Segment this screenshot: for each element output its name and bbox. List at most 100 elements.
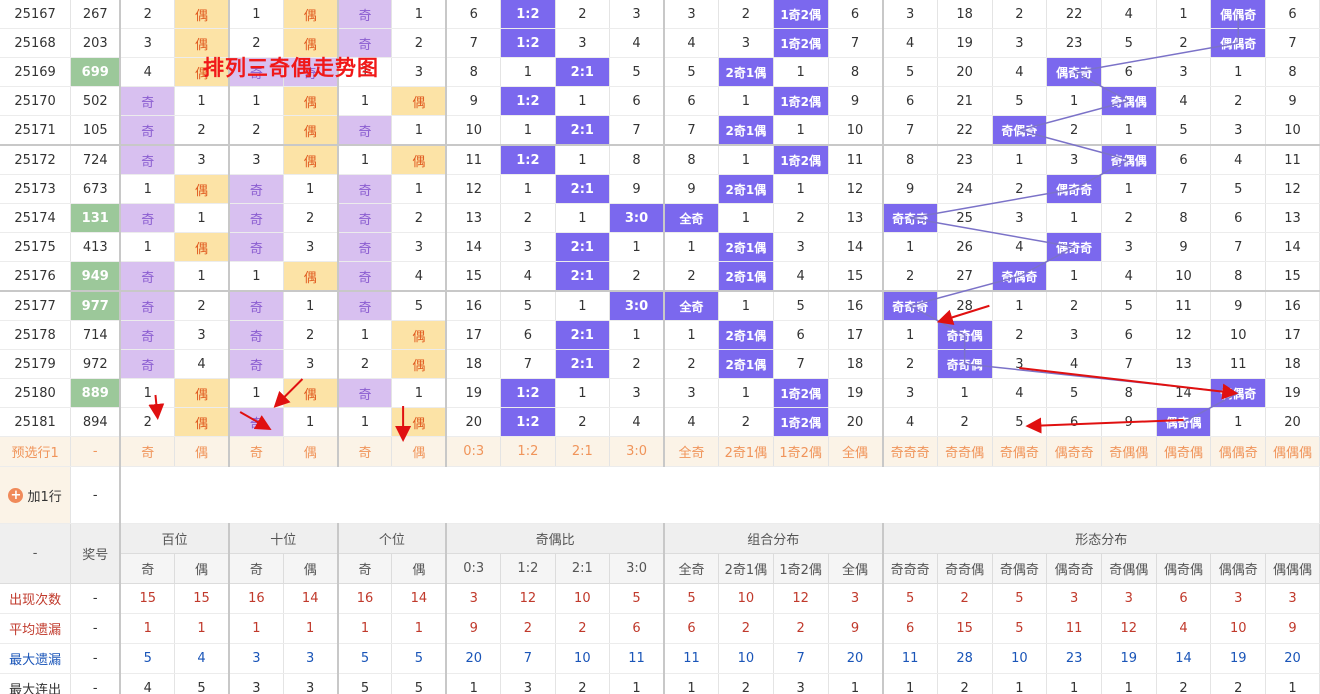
trend-cell: 3	[992, 28, 1048, 58]
preselect-option[interactable]: 奇奇偶	[937, 436, 993, 467]
trend-cell: 偶	[283, 86, 339, 116]
trend-cell: 10	[446, 115, 502, 146]
draw-number: 203	[70, 28, 122, 58]
preselect-row[interactable]: 预选行1- 奇偶奇偶奇偶 0:3 1:2 2:1 3:0 全奇 2奇1偶 1奇2偶 全偶 奇奇奇 奇奇…	[0, 436, 1320, 467]
trend-cell: 6	[1265, 0, 1320, 29]
trend-cell: 3	[992, 349, 1048, 379]
trend-cell: 2	[937, 407, 993, 437]
preselect-option[interactable]: 全奇	[664, 436, 719, 467]
trend-cell: 1	[228, 261, 284, 292]
preselect-option[interactable]: 3:0	[609, 436, 666, 467]
trend-cell: 2	[609, 261, 666, 292]
trend-cell: 2奇1偶	[718, 261, 774, 292]
trend-cell: 1	[937, 378, 993, 408]
preselect-option[interactable]: 偶奇奇	[1046, 436, 1102, 467]
trend-cell: 2	[174, 115, 230, 146]
header-sub: 奇奇奇	[882, 553, 938, 584]
stat-value: 6	[882, 613, 938, 644]
trend-cell: 1	[664, 232, 719, 262]
add-row-control[interactable]: + 加1行	[8, 486, 62, 505]
preselect-option[interactable]: 奇偶奇	[992, 436, 1048, 467]
trend-cell: 6	[1210, 203, 1267, 233]
stat-value: 3	[1046, 583, 1102, 614]
preselect-label: 预选行1	[0, 436, 72, 467]
trend-cell: 14	[1265, 232, 1320, 262]
preselect-option[interactable]: 偶奇偶	[1156, 436, 1212, 467]
issue-number: 25177	[0, 291, 72, 321]
preselect-dash: -	[70, 436, 122, 467]
trend-cell: 4	[992, 57, 1048, 87]
preselect-option[interactable]: 全偶	[828, 436, 884, 467]
trend-cell: 15	[828, 261, 884, 292]
trend-cell: 12	[828, 174, 884, 204]
table-row: 25180 889 1 偶 1 偶奇 1 19 1:2 1 3 3 1 1奇2偶 19 3 1 4 5 8 14 偶偶奇 1…	[0, 378, 1320, 408]
trend-cell: 2	[283, 203, 339, 233]
trend-cell: 8	[828, 57, 884, 87]
trend-cell: 27	[937, 261, 993, 292]
add-row-button[interactable]: + 加1行	[0, 466, 72, 524]
stat-value: 1	[391, 613, 448, 644]
trend-cell: 1	[283, 174, 339, 204]
stat-value: 19	[1210, 643, 1267, 674]
issue-number: 25169	[0, 57, 72, 87]
preselect-option[interactable]: 奇	[120, 436, 176, 467]
trend-cell: 奇	[120, 203, 176, 233]
trend-cell: 19	[1265, 378, 1320, 408]
trend-cell: 9	[609, 174, 666, 204]
trend-cell: 1	[1101, 115, 1157, 146]
stat-dash: -	[70, 673, 122, 694]
stat-value: 11	[882, 643, 938, 674]
preselect-option[interactable]: 偶偶奇	[1210, 436, 1267, 467]
stat-dash: -	[70, 643, 122, 674]
trend-cell: 1:2	[500, 407, 556, 437]
trend-cell: 2	[664, 261, 719, 292]
trend-cell: 奇	[120, 291, 176, 321]
stat-value: 10	[555, 583, 611, 614]
trend-cell: 4	[1046, 349, 1102, 379]
preselect-option[interactable]: 偶	[391, 436, 448, 467]
preselect-option[interactable]: 偶	[283, 436, 339, 467]
trend-cell: 4	[1156, 86, 1212, 116]
trend-cell: 4	[174, 349, 230, 379]
trend-cell: 偶奇奇	[1046, 174, 1102, 204]
preselect-option[interactable]: 偶偶偶	[1265, 436, 1320, 467]
preselect-option[interactable]: 奇	[228, 436, 284, 467]
trend-cell: 1	[337, 320, 393, 350]
stat-value: 11	[664, 643, 719, 674]
trend-cell: 1	[609, 320, 666, 350]
trend-cell: 1:2	[500, 86, 556, 116]
preselect-option[interactable]: 奇奇奇	[882, 436, 938, 467]
preselect-option[interactable]: 偶	[174, 436, 230, 467]
preselect-option[interactable]: 2:1	[555, 436, 611, 467]
trend-cell: 2	[555, 407, 611, 437]
preselect-option[interactable]: 奇偶偶	[1101, 436, 1157, 467]
header-sub: 0:3	[446, 553, 502, 584]
trend-cell: 22	[937, 115, 993, 146]
trend-cell: 1	[992, 291, 1048, 321]
preselect-option[interactable]: 0:3	[446, 436, 502, 467]
trend-cell: 奇	[337, 0, 393, 29]
trend-cell: 偶	[283, 261, 339, 292]
trend-cell: 20	[937, 57, 993, 87]
trend-cell: 1	[555, 378, 611, 408]
issue-number: 25170	[0, 86, 72, 116]
preselect-option[interactable]: 1奇2偶	[773, 436, 829, 467]
trend-cell: 5	[1156, 115, 1212, 146]
trend-cell: 1	[1210, 57, 1267, 87]
header-group: 个位	[337, 523, 448, 554]
stat-value: 2	[555, 613, 611, 644]
stat-value: 7	[500, 643, 556, 674]
stat-value: 2	[500, 613, 556, 644]
stat-value: 20	[828, 643, 884, 674]
preselect-option[interactable]: 奇	[337, 436, 393, 467]
trend-cell: 2:1	[555, 57, 611, 87]
trend-cell: 3	[992, 203, 1048, 233]
preselect-option[interactable]: 2奇1偶	[718, 436, 774, 467]
stat-value: 14	[391, 583, 448, 614]
trend-cell: 11	[1210, 349, 1267, 379]
stat-value: 2	[937, 583, 993, 614]
header-sub: 1:2	[500, 553, 556, 584]
stat-label: 平均遗漏	[0, 613, 72, 644]
trend-cell: 6	[1101, 320, 1157, 350]
preselect-option[interactable]: 1:2	[500, 436, 556, 467]
